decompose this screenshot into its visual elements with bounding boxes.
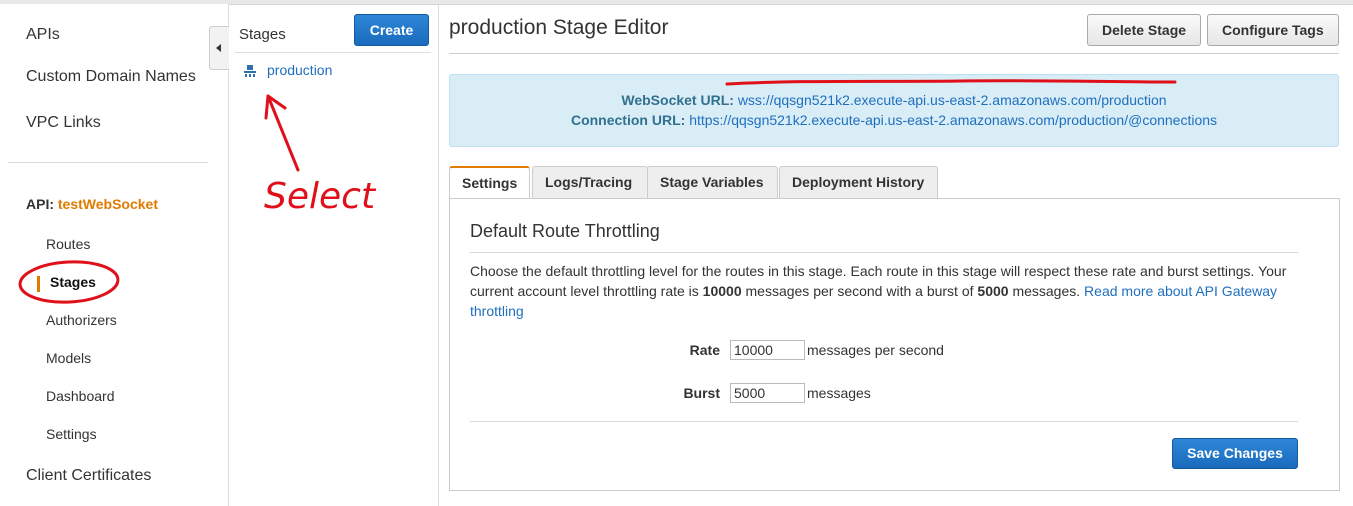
panel-divider-bottom (470, 421, 1298, 422)
stage-item-label: production (267, 62, 333, 78)
throttling-description: Choose the default throttling level for … (470, 261, 1300, 321)
websocket-url-label: WebSocket URL: (621, 92, 734, 108)
rate-input[interactable] (730, 340, 805, 360)
nav-item-dashboard[interactable]: Dashboard (46, 388, 115, 404)
left-navigation: APIs Custom Domain Names VPC Links API: … (0, 4, 229, 506)
connection-url-label: Connection URL: (570, 112, 686, 128)
websocket-url-value[interactable]: wss://qqsgn521k2.execute-api.us-east-2.a… (738, 92, 1167, 108)
api-prefix: API: (26, 196, 54, 212)
connection-url-row: Connection URL: https://qqsgn521k2.execu… (450, 112, 1338, 128)
panel-divider (470, 252, 1298, 253)
burst-label: Burst (683, 385, 720, 401)
nav-divider (8, 162, 208, 163)
account-rate-value: 10000 (702, 283, 742, 299)
create-stage-button[interactable]: Create (354, 14, 429, 46)
nav-item-stages[interactable]: Stages (50, 274, 96, 290)
rate-unit: messages per second (807, 342, 944, 358)
tab-stage-variables[interactable]: Stage Variables (647, 166, 778, 198)
api-heading: API: testWebSocket (26, 196, 158, 212)
stage-icon (244, 65, 256, 78)
nav-item-apis[interactable]: APIs (26, 26, 60, 44)
api-name-link[interactable]: testWebSocket (58, 196, 158, 212)
nav-item-settings[interactable]: Settings (46, 426, 97, 442)
websocket-url-row: WebSocket URL: wss://qqsgn521k2.execute-… (450, 92, 1338, 108)
tab-settings[interactable]: Settings (449, 166, 530, 200)
active-indicator (37, 276, 40, 292)
nav-item-routes[interactable]: Routes (46, 236, 90, 252)
account-burst-value: 5000 (977, 283, 1009, 299)
collapse-sidebar-button[interactable] (209, 26, 229, 70)
desc-text-2: messages per second with a burst of (741, 283, 978, 299)
stages-panel: Stages Create production (229, 4, 439, 506)
stage-item-production[interactable]: production (243, 62, 332, 78)
connection-url-value[interactable]: https://qqsgn521k2.execute-api.us-east-2… (689, 112, 1217, 128)
stages-title: Stages (239, 26, 286, 43)
tab-logs-tracing[interactable]: Logs/Tracing (532, 166, 648, 198)
rate-label: Rate (689, 342, 720, 358)
nav-item-vpc-links[interactable]: VPC Links (26, 114, 101, 132)
page-title: production Stage Editor (449, 16, 669, 39)
stages-divider (235, 52, 431, 53)
nav-item-authorizers[interactable]: Authorizers (46, 312, 117, 328)
nav-item-models[interactable]: Models (46, 350, 91, 366)
tab-deployment-history[interactable]: Deployment History (779, 166, 938, 198)
burst-input[interactable] (730, 383, 805, 403)
configure-tags-button[interactable]: Configure Tags (1207, 14, 1339, 46)
save-changes-button[interactable]: Save Changes (1172, 438, 1298, 469)
burst-unit: messages (807, 385, 871, 401)
throttling-title: Default Route Throttling (470, 221, 660, 241)
title-divider (449, 53, 1339, 54)
nav-item-client-certificates[interactable]: Client Certificates (26, 467, 151, 485)
desc-text-3: messages. (1008, 283, 1085, 299)
settings-panel: Default Route Throttling Choose the defa… (449, 198, 1340, 491)
stage-url-info-box: WebSocket URL: wss://qqsgn521k2.execute-… (449, 74, 1339, 147)
delete-stage-button[interactable]: Delete Stage (1087, 14, 1202, 46)
nav-item-custom-domain-names[interactable]: Custom Domain Names (26, 68, 196, 86)
